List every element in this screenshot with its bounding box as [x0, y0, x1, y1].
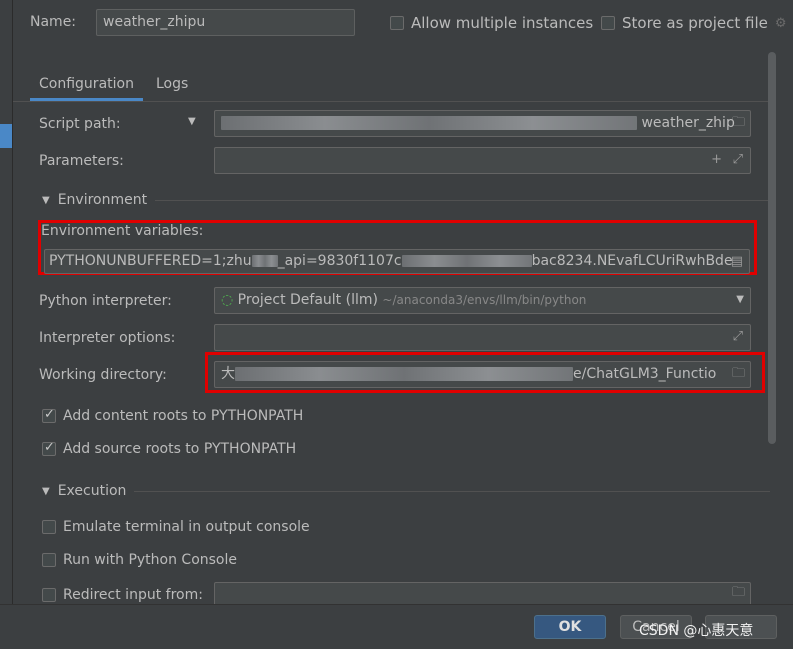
add-content-roots-checkbox[interactable]: Add content roots to PYTHONPATH — [42, 407, 304, 424]
redacted-text — [221, 116, 637, 130]
env-vars-value-c: bac8234.NEvafLCUriRwhBde — [531, 253, 733, 269]
allow-multiple-label: Allow multiple instances — [411, 14, 594, 32]
store-project-label: Store as project file — [622, 14, 768, 32]
interpreter-label: Python interpreter: — [39, 293, 172, 309]
add-content-roots-check[interactable] — [42, 407, 56, 423]
document-icon[interactable]: ▤ — [731, 250, 743, 273]
name-field-value: weather_zhipu — [103, 14, 206, 30]
add-content-roots-label: Add content roots to PYTHONPATH — [63, 408, 304, 424]
redacted-text — [235, 367, 573, 381]
interp-options-field[interactable]: ⤢ — [214, 324, 751, 351]
emulate-terminal-checkbox[interactable]: Emulate terminal in output console — [42, 519, 310, 535]
expand-icon[interactable]: ⤢ — [733, 148, 743, 172]
interpreter-value: Project Default (llm) — [237, 292, 378, 308]
interp-options-label: Interpreter options: — [39, 330, 176, 346]
redacted-text — [401, 255, 532, 267]
environment-section[interactable]: ▼ Environment — [42, 192, 770, 208]
parameters-label: Parameters: — [39, 153, 124, 169]
redacted-text — [251, 255, 278, 267]
parameters-field[interactable]: + ⤢ — [214, 147, 751, 174]
chevron-down-icon[interactable]: ▼ — [736, 288, 744, 312]
allow-multiple-checkbox[interactable]: Allow multiple instances — [390, 14, 593, 32]
tab-logs[interactable]: Logs — [156, 76, 188, 92]
section-divider — [155, 199, 770, 201]
ok-label: OK — [558, 619, 582, 635]
add-source-roots-check[interactable] — [42, 440, 56, 456]
working-dir-value: e/ChatGLM3_Functio — [573, 366, 717, 382]
loading-spinner-icon: ◌ — [221, 292, 234, 308]
run-python-console-label: Run with Python Console — [63, 552, 238, 568]
redirect-input-field[interactable]: 🗀 — [214, 582, 751, 606]
emulate-terminal-label: Emulate terminal in output console — [63, 519, 310, 535]
section-divider — [134, 490, 770, 492]
tab-configuration-label: Configuration — [39, 76, 134, 92]
interpreter-path: ~/anaconda3/envs/llm/bin/python — [382, 293, 587, 307]
add-source-roots-label: Add source roots to PYTHONPATH — [63, 441, 297, 457]
name-field[interactable]: weather_zhipu — [96, 9, 355, 36]
script-path-value: weather_zhip — [641, 115, 735, 131]
scrollbar[interactable] — [768, 52, 776, 444]
expand-icon[interactable]: ⤢ — [733, 325, 743, 349]
script-path-field[interactable]: weather_zhip 🗀 — [214, 110, 751, 137]
collapse-triangle-icon[interactable]: ▼ — [42, 486, 50, 497]
env-vars-label: Environment variables: — [41, 223, 204, 239]
store-project-checkbox[interactable]: Store as project file ⚙ — [601, 14, 787, 32]
env-vars-value-b: _api=9830f1107c — [277, 253, 402, 269]
run-python-console-check[interactable] — [42, 553, 56, 567]
add-source-roots-checkbox[interactable]: Add source roots to PYTHONPATH — [42, 440, 297, 457]
working-dir-label: Working directory: — [39, 367, 167, 383]
redirect-input-checkbox[interactable]: Redirect input from: — [42, 587, 203, 603]
allow-multiple-check[interactable] — [390, 16, 404, 30]
plus-icon[interactable]: + — [711, 148, 722, 172]
emulate-terminal-check[interactable] — [42, 520, 56, 534]
gear-icon[interactable]: ⚙ — [775, 16, 787, 31]
folder-icon[interactable]: 🗀 — [732, 362, 745, 386]
env-vars-value-a: PYTHONUNBUFFERED=1;zhu — [49, 253, 252, 269]
script-path-label: Script path: — [39, 116, 121, 132]
redirect-input-check[interactable] — [42, 588, 56, 602]
tab-logs-label: Logs — [156, 76, 189, 92]
run-python-console-checkbox[interactable]: Run with Python Console — [42, 552, 237, 568]
watermark: CSDN @心惠天意 — [639, 623, 754, 639]
left-sidebar — [0, 0, 13, 649]
execution-section[interactable]: ▼ Execution — [42, 483, 770, 499]
redirect-input-label: Redirect input from: — [63, 587, 203, 603]
interpreter-select[interactable]: ◌ Project Default (llm) ~/anaconda3/envs… — [214, 287, 751, 314]
working-dir-prefix: 大 — [221, 366, 235, 382]
folder-icon[interactable]: 🗀 — [732, 583, 745, 605]
ok-button[interactable]: OK — [534, 615, 606, 639]
script-type-dropdown-icon[interactable]: ▼ — [188, 116, 196, 127]
selected-config-indicator[interactable] — [0, 124, 12, 148]
execution-title: Execution — [57, 483, 127, 499]
collapse-triangle-icon[interactable]: ▼ — [42, 195, 50, 206]
tab-divider — [13, 101, 770, 102]
tab-configuration[interactable]: Configuration — [30, 76, 143, 92]
name-label: Name: — [30, 14, 77, 30]
working-dir-field[interactable]: 大 e/ChatGLM3_Functio 🗀 — [214, 361, 751, 388]
environment-title: Environment — [57, 192, 148, 208]
store-project-check[interactable] — [601, 16, 615, 30]
folder-icon[interactable]: 🗀 — [732, 111, 745, 135]
env-vars-field[interactable]: PYTHONUNBUFFERED=1;zhu _api=9830f1107c bac… — [44, 249, 750, 274]
